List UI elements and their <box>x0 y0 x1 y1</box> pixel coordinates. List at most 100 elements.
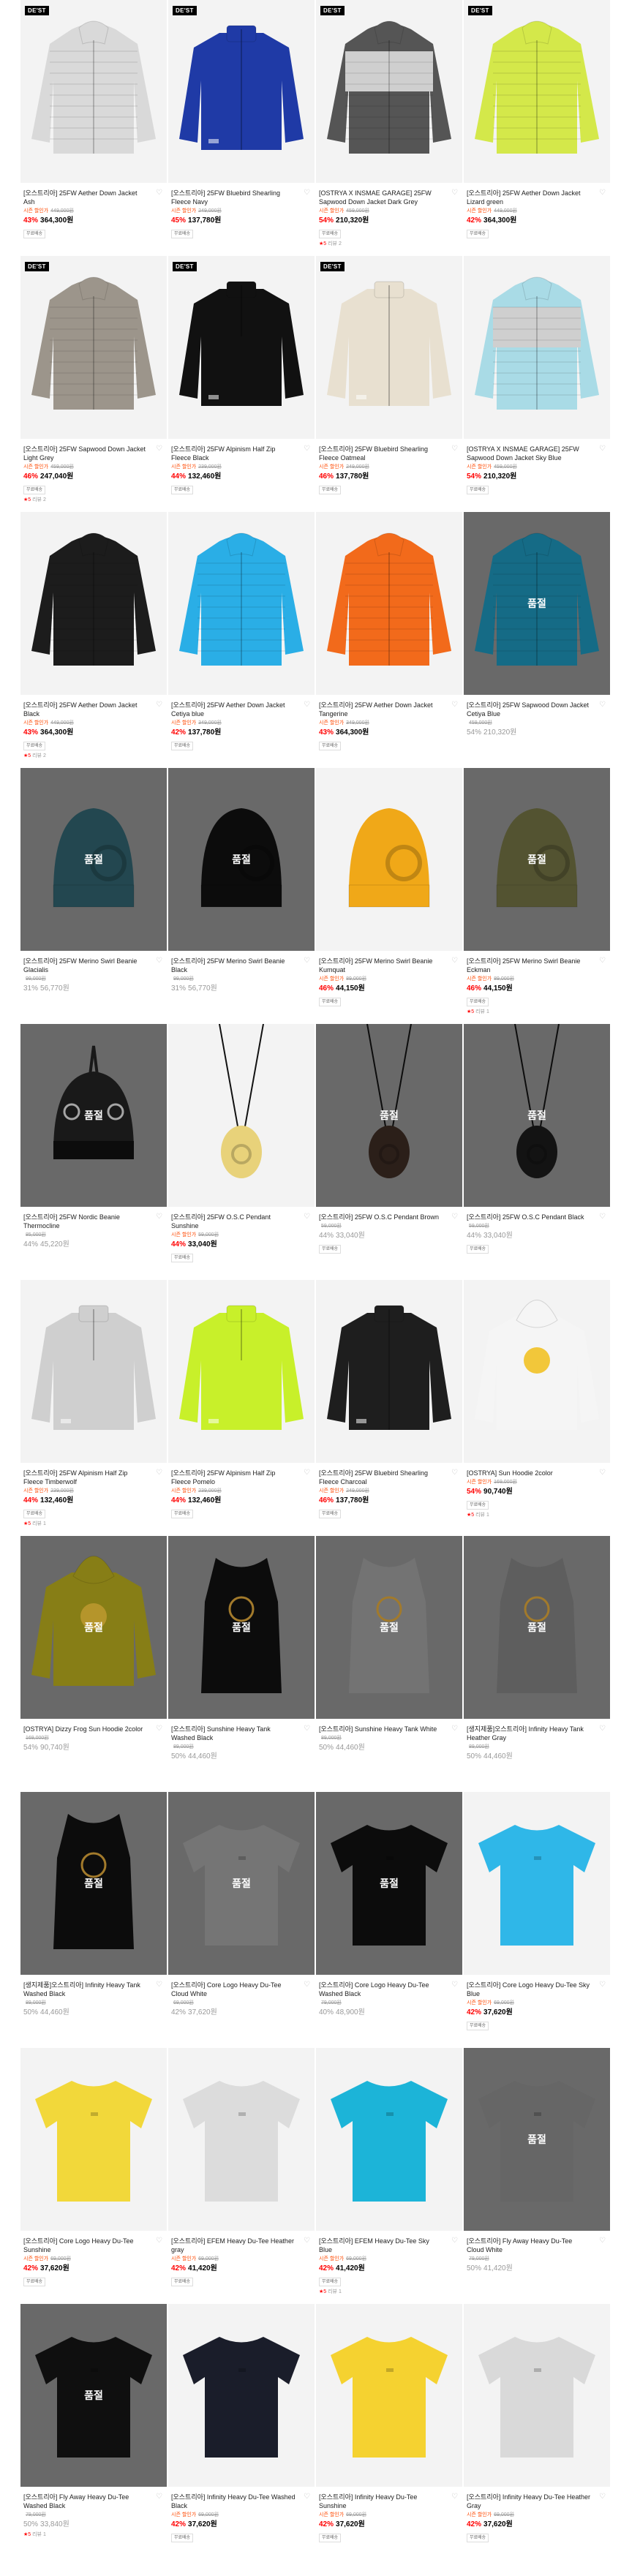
product-title[interactable]: [오스트리아] 25FW Merino Swirl Beanie Kumquat <box>319 957 443 974</box>
product-title[interactable]: [오스트리아] Core Logo Heavy Du-Tee Sunshine <box>23 2237 148 2254</box>
product-image[interactable]: 품절 <box>168 1536 315 1719</box>
heart-icon[interactable]: ♡ <box>304 1981 310 1989</box>
product-image[interactable]: 품절 <box>464 2048 610 2231</box>
product-title[interactable]: [오스트리아] 25FW O.S.C Pendant Brown <box>319 1213 443 1221</box>
product-card[interactable]: [오스트리아] 25FW Bluebird Shearling Fleece C… <box>316 1280 462 1536</box>
product-card[interactable]: [오스트리아] Infinity Heavy Du-Tee Heather Gr… <box>464 2304 610 2560</box>
product-title[interactable]: [오스트리아] 25FW Sapwood Down Jacket Light G… <box>23 445 148 462</box>
product-card[interactable]: 품절 [오스트리아] Core Logo Heavy Du-Tee Cloud W… <box>168 1792 315 2048</box>
product-image[interactable] <box>316 768 462 951</box>
product-title[interactable]: [OSTRYA] Dizzy Frog Sun Hoodie 2color <box>23 1725 148 1733</box>
product-card[interactable]: DE'ST [오스트리아] 25FW Alpinism Half Zip Flee… <box>168 256 315 512</box>
product-card[interactable]: [오스트리아] 25FW Aether Down Jacket Tangerin… <box>316 512 462 768</box>
heart-icon[interactable]: ♡ <box>599 1725 606 1733</box>
product-card[interactable]: 품절 [생지제품]오스트리아] Infinity Heavy Tank Heath… <box>464 1536 610 1792</box>
product-card[interactable]: [오스트리아] 25FW Merino Swirl Beanie Kumquat… <box>316 768 462 1024</box>
product-title[interactable]: [오스트리아] Sunshine Heavy Tank White <box>319 1725 443 1733</box>
product-title[interactable]: [오스트리아] 25FW Aether Down Jacket Tangerin… <box>319 701 443 718</box>
product-card[interactable]: 품절 [오스트리아] Sunshine Heavy Tank White ♡ 89,0… <box>316 1536 462 1792</box>
heart-icon[interactable]: ♡ <box>156 701 162 709</box>
product-title[interactable]: [오스트리아] 25FW Bluebird Shearling Fleece C… <box>319 1469 443 1486</box>
product-card[interactable]: 품절 [오스트리아] 25FW O.S.C Pendant Brown ♡ 59,00… <box>316 1024 462 1280</box>
product-image[interactable] <box>168 1280 315 1463</box>
heart-icon[interactable]: ♡ <box>451 2493 458 2501</box>
heart-icon[interactable]: ♡ <box>304 1725 310 1733</box>
heart-icon[interactable]: ♡ <box>599 1981 606 1989</box>
heart-icon[interactable]: ♡ <box>304 701 310 709</box>
heart-icon[interactable]: ♡ <box>451 1725 458 1733</box>
product-image[interactable]: 품절 <box>464 1536 610 1719</box>
product-card[interactable]: 품절 [오스트리아] 25FW Merino Swirl Beanie Glaci… <box>20 768 167 1024</box>
product-title[interactable]: [오스트리아] Fly Away Heavy Du-Tee Cloud Whit… <box>467 2237 591 2254</box>
heart-icon[interactable]: ♡ <box>451 1213 458 1221</box>
product-image[interactable]: DE'ST <box>316 256 462 439</box>
product-card[interactable]: DE'ST [오스트리아] 25FW Sapwood Down Jacket Li… <box>20 256 167 512</box>
product-title[interactable]: [생지제품]오스트리아] Infinity Heavy Tank Washed … <box>23 1981 148 1998</box>
product-card[interactable]: [오스트리아] 25FW Alpinism Half Zip Fleece Ti… <box>20 1280 167 1536</box>
product-title[interactable]: [오스트리아] Core Logo Heavy Du-Tee Sky Blue <box>467 1981 591 1998</box>
product-card[interactable]: DE'ST [오스트리아] 25FW Aether Down Jacket Liz… <box>464 0 610 256</box>
heart-icon[interactable]: ♡ <box>451 2237 458 2245</box>
product-card[interactable]: [오스트리아] 25FW Aether Down Jacket Cetiya b… <box>168 512 315 768</box>
product-title[interactable]: [오스트리아] EFEM Heavy Du-Tee Sky Blue <box>319 2237 443 2254</box>
product-image[interactable] <box>20 2048 167 2231</box>
product-card[interactable]: 품절 [오스트리아] Fly Away Heavy Du-Tee Cloud Wh… <box>464 2048 610 2304</box>
product-title[interactable]: [OSTRYA X INSMAE GARAGE] 25FW Sapwood Do… <box>319 189 443 206</box>
heart-icon[interactable]: ♡ <box>156 2493 162 2501</box>
product-card[interactable]: [오스트리아] Infinity Heavy Du-Tee Washed Bla… <box>168 2304 315 2560</box>
heart-icon[interactable]: ♡ <box>451 189 458 197</box>
product-title[interactable]: [오스트리아] 25FW Aether Down Jacket Cetiya b… <box>171 701 296 718</box>
product-title[interactable]: [OSTRYA X INSMAE GARAGE] 25FW Sapwood Do… <box>467 445 591 462</box>
product-title[interactable]: [오스트리아] Infinity Heavy Du-Tee Washed Bla… <box>171 2493 296 2510</box>
product-image[interactable]: 품절 <box>20 2304 167 2487</box>
heart-icon[interactable]: ♡ <box>304 2493 310 2501</box>
product-title[interactable]: [오스트리아] Sunshine Heavy Tank Washed Black <box>171 1725 296 1742</box>
product-title[interactable]: [오스트리아] 25FW Merino Swirl Beanie Glacial… <box>23 957 148 974</box>
product-image[interactable]: DE'ST <box>20 256 167 439</box>
heart-icon[interactable]: ♡ <box>451 1469 458 1477</box>
product-image[interactable]: DE'ST <box>464 0 610 183</box>
heart-icon[interactable]: ♡ <box>156 2237 162 2245</box>
heart-icon[interactable]: ♡ <box>156 1469 162 1477</box>
product-title[interactable]: [오스트리아] 25FW Merino Swirl Beanie Black <box>171 957 296 974</box>
heart-icon[interactable]: ♡ <box>599 189 606 197</box>
product-card[interactable]: 품절 [오스트리아] Fly Away Heavy Du-Tee Washed B… <box>20 2304 167 2560</box>
heart-icon[interactable]: ♡ <box>599 701 606 709</box>
heart-icon[interactable]: ♡ <box>156 189 162 197</box>
product-image[interactable]: 품절 <box>316 1024 462 1207</box>
product-image[interactable]: 품절 <box>168 1792 315 1975</box>
product-image[interactable] <box>464 1792 610 1975</box>
product-image[interactable]: 품절 <box>316 1792 462 1975</box>
product-title[interactable]: [오스트리아] Infinity Heavy Du-Tee Sunshine <box>319 2493 443 2510</box>
product-title[interactable]: [오스트리아] Core Logo Heavy Du-Tee Washed Bl… <box>319 1981 443 1998</box>
product-title[interactable]: [오스트리아] 25FW Sapwood Down Jacket Cetiya … <box>467 701 591 718</box>
product-title[interactable]: [오스트리아] 25FW Aether Down Jacket Lizard g… <box>467 189 591 206</box>
product-card[interactable]: [오스트리아] 25FW Aether Down Jacket Black ♡ 시즌… <box>20 512 167 768</box>
heart-icon[interactable]: ♡ <box>156 957 162 965</box>
product-image[interactable]: 품절 <box>20 1024 167 1207</box>
product-title[interactable]: [오스트리아] Infinity Heavy Du-Tee Heather Gr… <box>467 2493 591 2510</box>
product-image[interactable] <box>168 2048 315 2231</box>
product-title[interactable]: [오스트리아] 25FW Merino Swirl Beanie Eckman <box>467 957 591 974</box>
heart-icon[interactable]: ♡ <box>304 957 310 965</box>
product-card[interactable]: 품절 [OSTRYA] Dizzy Frog Sun Hoodie 2color ♡… <box>20 1536 167 1792</box>
heart-icon[interactable]: ♡ <box>304 1213 310 1221</box>
heart-icon[interactable]: ♡ <box>451 445 458 453</box>
heart-icon[interactable]: ♡ <box>599 957 606 965</box>
heart-icon[interactable]: ♡ <box>304 2237 310 2245</box>
heart-icon[interactable]: ♡ <box>599 445 606 453</box>
heart-icon[interactable]: ♡ <box>599 1213 606 1221</box>
product-image[interactable] <box>20 512 167 695</box>
heart-icon[interactable]: ♡ <box>451 701 458 709</box>
product-title[interactable]: [오스트리아] 25FW Nordic Beanie Thermocline <box>23 1213 148 1230</box>
heart-icon[interactable]: ♡ <box>599 2493 606 2501</box>
product-title[interactable]: [생지제품]오스트리아] Infinity Heavy Tank Heather… <box>467 1725 591 1742</box>
product-image[interactable]: DE'ST <box>168 256 315 439</box>
product-image[interactable] <box>316 2304 462 2487</box>
product-title[interactable]: [오스트리아] 25FW Alpinism Half Zip Fleece Bl… <box>171 445 296 462</box>
product-image[interactable]: 품절 <box>464 1024 610 1207</box>
product-image[interactable]: DE'ST <box>168 0 315 183</box>
heart-icon[interactable]: ♡ <box>451 1981 458 1989</box>
product-card[interactable]: DE'ST [오스트리아] 25FW Aether Down Jacket Ash… <box>20 0 167 256</box>
product-title[interactable]: [오스트리아] 25FW Aether Down Jacket Ash <box>23 189 148 206</box>
